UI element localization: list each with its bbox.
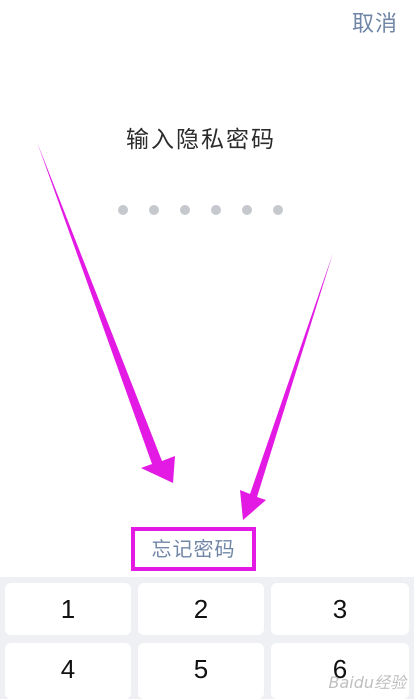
passcode-dots xyxy=(118,205,288,217)
left-arrow-icon xyxy=(37,142,175,483)
cancel-button[interactable]: 取消 xyxy=(352,6,398,38)
keypad-key-1[interactable]: 1 xyxy=(5,583,131,635)
keypad-key-5[interactable]: 5 xyxy=(138,643,264,699)
watermark-logo: Baidu经验 xyxy=(328,673,406,692)
passcode-dot xyxy=(180,205,190,215)
forgot-password-link[interactable]: 忘记密码 xyxy=(131,527,256,571)
passcode-dot xyxy=(211,205,221,215)
passcode-dot xyxy=(273,205,283,215)
passcode-dot xyxy=(242,205,252,215)
right-arrow-icon xyxy=(240,253,333,520)
passcode-dot xyxy=(149,205,159,215)
keypad-key-3[interactable]: 3 xyxy=(271,583,409,635)
passcode-dot xyxy=(118,205,128,215)
keypad-key-2[interactable]: 2 xyxy=(138,583,264,635)
keypad-key-4[interactable]: 4 xyxy=(5,643,131,699)
page-title: 输入隐私密码 xyxy=(126,127,276,153)
